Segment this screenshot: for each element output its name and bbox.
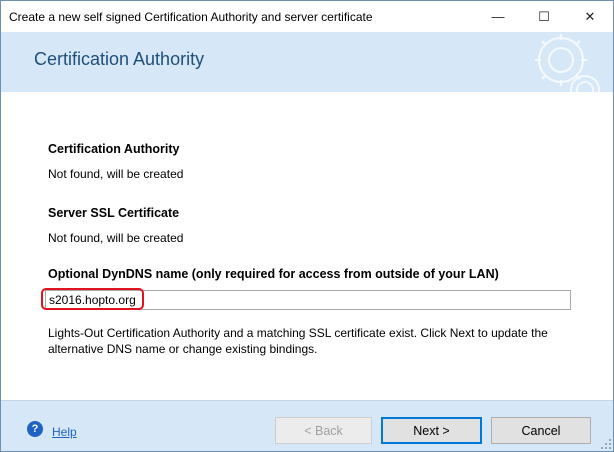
info-message: Lights-Out Certification Authority and a… (48, 326, 548, 356)
resize-grip-icon[interactable] (601, 439, 611, 449)
dns-heading: Optional DynDNS name (only required for … (48, 267, 499, 281)
cancel-button[interactable]: Cancel (491, 417, 591, 444)
next-button[interactable]: Next > (381, 417, 482, 444)
window-title: Create a new self signed Certification A… (9, 10, 373, 24)
dyndns-name-input[interactable] (45, 290, 571, 310)
maximize-icon: ☐ (538, 8, 550, 24)
title-bar[interactable]: Create a new self signed Certification A… (1, 1, 613, 32)
ca-heading: Certification Authority (48, 142, 180, 156)
ssl-status: Not found, will be created (48, 231, 184, 245)
help-link[interactable]: Help (52, 425, 77, 439)
minimize-button[interactable]: — (475, 1, 521, 32)
ssl-heading: Server SSL Certificate (48, 206, 180, 220)
close-icon: ✕ (584, 8, 596, 24)
gear-icon (535, 34, 600, 92)
footer-bar: ? Help < Back Next > Cancel (1, 400, 613, 451)
close-button[interactable]: ✕ (567, 1, 613, 32)
back-button[interactable]: < Back (275, 417, 372, 444)
header-banner: Certification Authority (1, 32, 613, 92)
page-title: Certification Authority (34, 49, 205, 69)
help-icon[interactable]: ? (27, 421, 43, 437)
dialog-window: Create a new self signed Certification A… (0, 0, 614, 452)
minimize-icon: — (491, 9, 505, 24)
maximize-button[interactable]: ☐ (521, 1, 567, 32)
ca-status: Not found, will be created (48, 167, 184, 181)
